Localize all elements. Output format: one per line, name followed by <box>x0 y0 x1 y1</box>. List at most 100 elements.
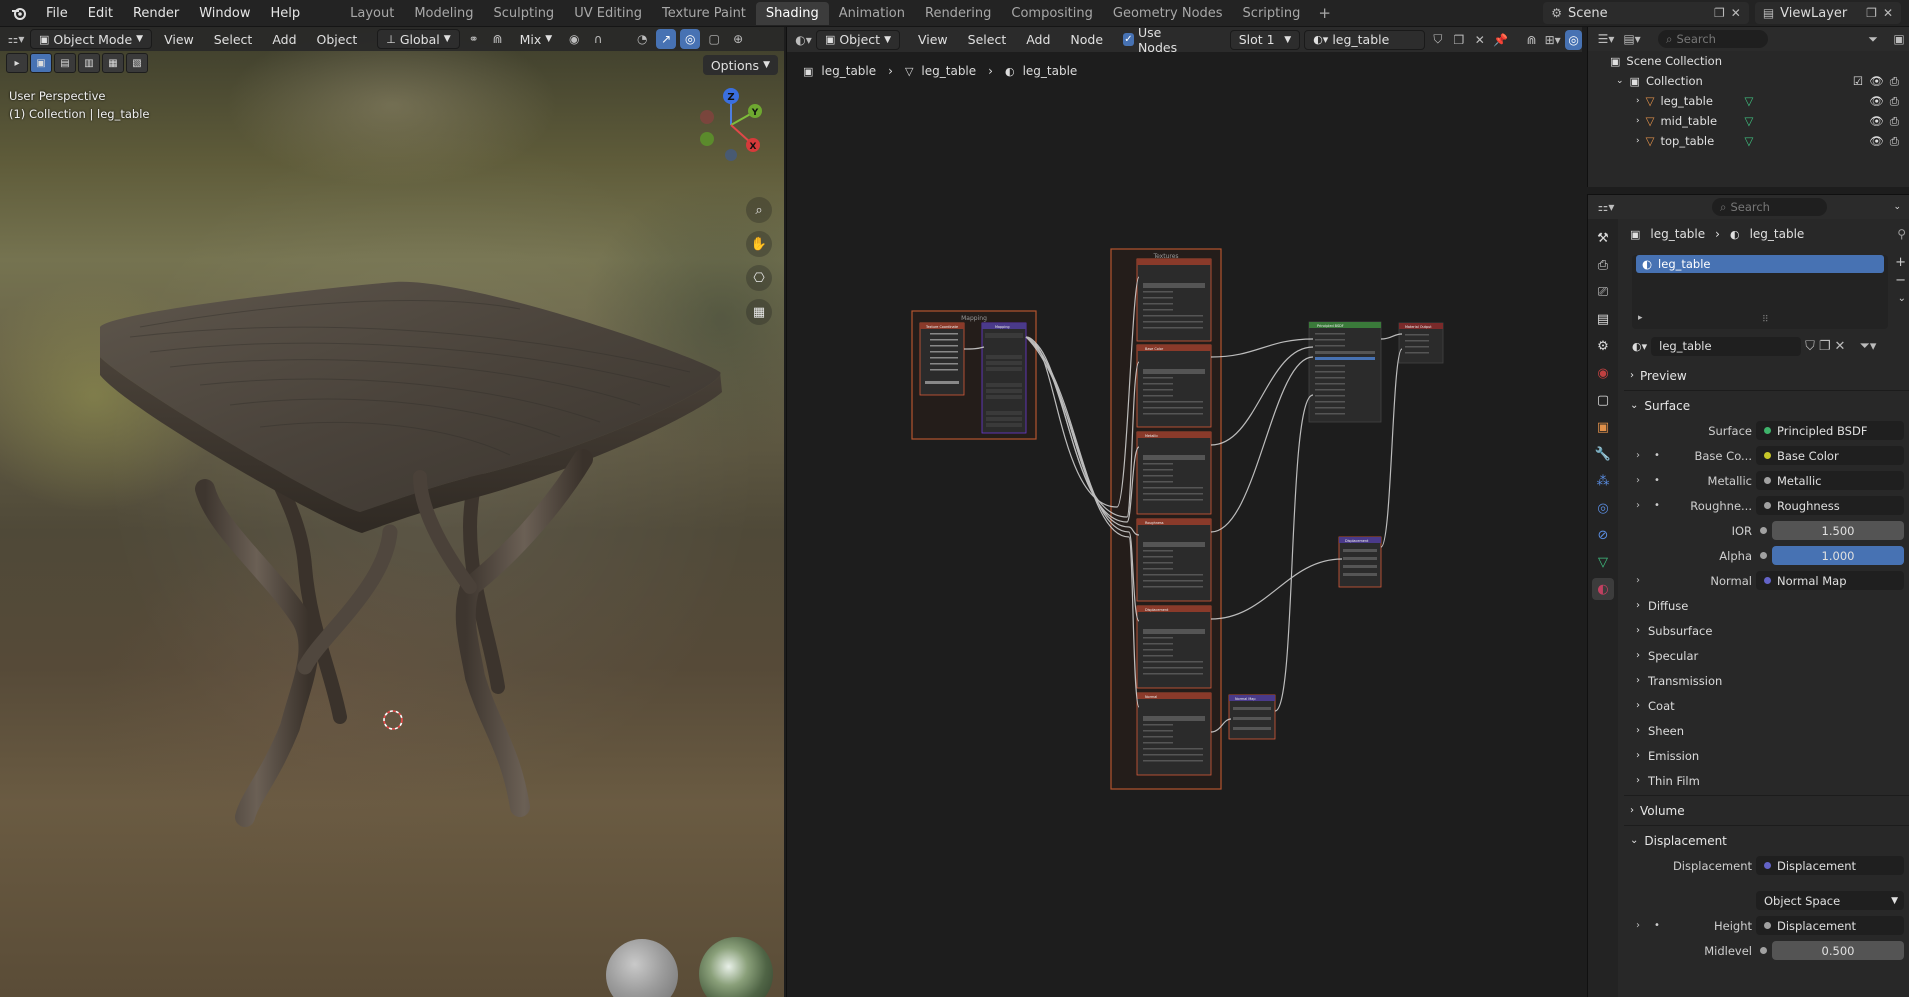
world-tab-icon[interactable]: ◉ <box>1592 362 1614 384</box>
transform-orientation-dropdown[interactable]: ⊥ Global ▼ <box>377 29 460 49</box>
new-collection-icon[interactable]: ▣ <box>1889 29 1909 49</box>
options-dropdown[interactable]: Options ▼ <box>702 55 778 75</box>
collection-tab-icon[interactable]: ▢ <box>1592 389 1614 411</box>
tab-rendering[interactable]: Rendering <box>915 2 1001 25</box>
snap-blend-dropdown[interactable]: Mix ▼ <box>512 29 561 49</box>
3d-cursor-icon[interactable] <box>382 709 404 731</box>
snapping-icon[interactable]: ⋒ <box>1523 30 1540 50</box>
node-normal-map[interactable]: Normal Map <box>1228 694 1276 740</box>
add-slot-icon[interactable]: + <box>1895 255 1906 270</box>
chevron-down-icon[interactable]: ⌄ <box>1616 76 1624 86</box>
falloff-icon[interactable]: ∩ <box>588 29 608 49</box>
displacement-field[interactable]: Displacement <box>1756 856 1904 875</box>
chevron-right-icon[interactable]: › <box>1636 450 1640 461</box>
scene-tab-icon[interactable]: ⚙ <box>1592 335 1614 357</box>
eye-icon[interactable]: 👁 <box>1869 134 1884 149</box>
resize-handle-icon[interactable]: ⠿ <box>1762 315 1769 325</box>
view-layer-tab-icon[interactable]: ▤ <box>1592 308 1614 330</box>
chevron-right-icon[interactable]: › <box>1636 500 1640 511</box>
menu-edit[interactable]: Edit <box>78 6 123 21</box>
visibility-icon[interactable]: ◔ <box>632 29 652 49</box>
tab-geometry-nodes[interactable]: Geometry Nodes <box>1103 2 1233 25</box>
breadcrumb-material[interactable]: ◐ leg_table <box>1005 64 1077 78</box>
chevron-right-icon[interactable]: › <box>1636 136 1640 146</box>
material-slot-list[interactable]: ◐ leg_table ▸ ⠿ + − ⌄ <box>1632 255 1906 329</box>
pivot-icon[interactable]: ⚭ <box>464 29 484 49</box>
surface-shader-field[interactable]: Principled BSDF <box>1756 421 1904 440</box>
outliner-row-top-table[interactable]: › ▽ top_table ▽ 👁 ⎙ <box>1588 131 1909 151</box>
tab-modeling[interactable]: Modeling <box>404 2 483 25</box>
menu-render[interactable]: Render <box>123 6 189 21</box>
camera-icon[interactable]: ⎙ <box>1890 74 1899 89</box>
neg-y-axis-icon[interactable] <box>700 132 714 146</box>
tool-tab-icon[interactable]: ⚒ <box>1592 227 1614 249</box>
breadcrumb-mesh[interactable]: ▽ leg_table <box>905 64 976 78</box>
tab-uv-editing[interactable]: UV Editing <box>564 2 652 25</box>
constraints-tab-icon[interactable]: ⊘ <box>1592 524 1614 546</box>
menu-add[interactable]: Add <box>1018 30 1058 50</box>
alpha-slider[interactable]: 1.000 <box>1772 546 1904 565</box>
neg-x-axis-icon[interactable] <box>700 110 714 124</box>
editor-type-icon[interactable]: ⚏▾ <box>1596 197 1616 217</box>
copy-icon[interactable]: ❐ <box>1714 6 1725 20</box>
pin-icon[interactable]: 📌 <box>1492 30 1509 50</box>
normal-field[interactable]: Normal Map <box>1756 571 1904 590</box>
select-box-extend-icon[interactable]: ▤ <box>54 53 76 73</box>
display-mode-icon[interactable]: ▤▾ <box>1622 29 1642 49</box>
material-browse-icon[interactable]: ◐▾ <box>1632 340 1647 353</box>
tab-compositing[interactable]: Compositing <box>1001 2 1103 25</box>
material-slot-item[interactable]: ◐ leg_table <box>1636 255 1884 273</box>
node-base-color[interactable]: Base Color <box>1136 344 1212 428</box>
breadcrumb-object[interactable]: ▣ leg_table <box>803 64 876 78</box>
chevron-right-icon[interactable]: › <box>1636 116 1640 126</box>
tab-layout[interactable]: Layout <box>340 2 404 25</box>
close-icon[interactable]: ✕ <box>1731 6 1741 20</box>
tweak-tool-icon[interactable]: ▸ <box>6 53 28 73</box>
wireframe-shading-icon[interactable]: ⊕ <box>728 29 748 49</box>
midlevel-slider[interactable]: 0.500 <box>1772 941 1904 960</box>
panel-surface-header[interactable]: ⌄ Surface <box>1624 393 1909 418</box>
remove-slot-icon[interactable]: − <box>1895 273 1906 288</box>
menu-file[interactable]: File <box>36 6 78 21</box>
menu-window[interactable]: Window <box>189 6 260 21</box>
filter-icon[interactable]: ⏷ <box>1863 29 1883 49</box>
slot-dropdown[interactable]: Slot 1 ▼ <box>1229 29 1301 50</box>
data-tab-icon[interactable]: ▽ <box>1592 551 1614 573</box>
menu-add[interactable]: Add <box>264 29 304 49</box>
outliner-row-leg-table[interactable]: › ▽ leg_table ▽ 👁 ⎙ <box>1588 91 1909 111</box>
overlay-toggle-icon[interactable]: ◎ <box>1565 29 1583 50</box>
base-color-field[interactable]: Base Color <box>1756 446 1904 465</box>
close-icon[interactable]: ✕ <box>1835 339 1846 354</box>
outliner-row-scene-collection[interactable]: ▣ Scene Collection <box>1588 51 1909 71</box>
subpanel-thin-film[interactable]: › Thin Film <box>1624 768 1909 793</box>
camera-icon[interactable]: ⎙ <box>1890 94 1899 109</box>
properties-search-input[interactable]: ⌕ Search <box>1712 198 1827 216</box>
material-tab-icon[interactable]: ◐ <box>1592 578 1614 600</box>
output-tab-icon[interactable]: ⎚ <box>1592 281 1614 303</box>
chevron-right-icon[interactable]: › <box>1636 920 1640 931</box>
node-principled-bsdf[interactable]: Principled BSDF <box>1308 321 1382 423</box>
chevron-right-icon[interactable]: › <box>1636 575 1640 586</box>
tab-shading[interactable]: Shading <box>755 1 829 25</box>
height-field[interactable]: Displacement <box>1756 916 1904 935</box>
select-box-intersect-icon[interactable]: ▧ <box>126 53 148 73</box>
expand-arrow-icon[interactable]: ▸ <box>1638 313 1643 323</box>
use-nodes-toggle[interactable]: ✓ Use Nodes <box>1115 25 1202 55</box>
neg-z-axis-icon[interactable] <box>725 149 737 161</box>
camera-icon[interactable]: ⎙ <box>1890 114 1899 129</box>
add-workspace-button[interactable]: + <box>1310 4 1339 22</box>
snap-icon[interactable]: ⋒ <box>488 29 508 49</box>
object-mode-dropdown[interactable]: ▣ Object Mode ▼ <box>30 29 153 49</box>
menu-node[interactable]: Node <box>1062 30 1111 50</box>
particles-tab-icon[interactable]: ⁂ <box>1592 470 1614 492</box>
eye-icon[interactable]: 👁 <box>1869 114 1884 129</box>
camera-icon[interactable]: ⎙ <box>1890 134 1899 149</box>
tab-scripting[interactable]: Scripting <box>1233 2 1311 25</box>
select-box-invert-icon[interactable]: ▦ <box>102 53 124 73</box>
modifier-tab-icon[interactable]: 🔧 <box>1592 443 1614 465</box>
tab-texture-paint[interactable]: Texture Paint <box>652 2 756 25</box>
view-layer-selector[interactable]: ▤ ViewLayer ❐ ✕ <box>1754 2 1901 24</box>
menu-view[interactable]: View <box>910 30 956 50</box>
node-displacement[interactable]: Displacement <box>1338 536 1382 588</box>
editor-type-icon[interactable]: ◐▾ <box>795 30 812 50</box>
